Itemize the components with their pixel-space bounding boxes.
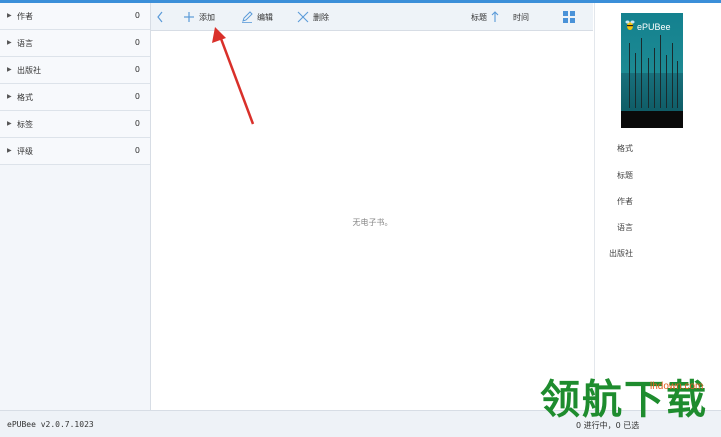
sidebar-item-label: 格式 [17,93,33,102]
sidebar-item-count: 0 [134,146,140,155]
cover-brand-text: ePUBee [637,22,671,32]
toolbar: 添加 编辑 删除 标题 时间 [151,3,593,31]
sort-by-time-button[interactable]: 时间 [513,3,529,31]
sidebar-item-author[interactable]: ▶ 作者 0 [0,3,150,30]
edit-button-label: 编辑 [257,12,273,22]
expand-triangle-icon[interactable]: ▶ [7,147,12,154]
book-cover-image: ePUBee [621,13,683,128]
chevron-left-icon [157,11,163,23]
sort-title-label: 标题 [471,12,487,22]
sidebar-item-count: 0 [134,38,140,47]
sidebar-item-rating[interactable]: ▶ 评级 0 [0,138,150,165]
delete-button[interactable]: 删除 [297,3,329,31]
detail-field-language: 语言 [617,223,633,232]
expand-triangle-icon[interactable]: ▶ [7,66,12,73]
bee-logo-icon [625,20,635,30]
pencil-icon [242,11,253,23]
back-button[interactable] [156,3,164,31]
sidebar-item-label: 标签 [17,120,33,129]
sidebar-item-format[interactable]: ▶ 格式 0 [0,84,150,111]
detail-field-publisher: 出版社 [609,249,633,258]
watermark-logo: 领航下载 lhdown.com [540,378,720,436]
add-button[interactable]: 添加 [183,3,215,31]
sidebar-item-publisher[interactable]: ▶ 出版社 0 [0,57,150,84]
grid-view-icon [563,11,575,23]
sidebar-item-count: 0 [134,11,140,20]
sidebar-item-count: 0 [134,65,140,74]
add-button-label: 添加 [199,12,215,22]
sidebar-item-label: 作者 [17,12,33,21]
book-list-area[interactable]: 无电子书。 [152,31,593,410]
detail-field-format: 格式 [617,144,633,153]
detail-field-title: 标题 [617,171,633,180]
arrow-up-icon [491,11,499,22]
detail-field-author: 作者 [617,197,633,206]
sidebar-item-tags[interactable]: ▶ 标签 0 [0,111,150,138]
edit-button[interactable]: 编辑 [241,3,273,31]
watermark-url: lhdown.com [650,381,704,392]
plus-icon [184,12,194,22]
expand-triangle-icon[interactable]: ▶ [7,12,12,19]
sidebar-item-label: 评级 [17,147,33,156]
sidebar-item-label: 语言 [17,39,33,48]
book-detail-panel: ePUBee 格式 标题 作者 语言 出版社 [594,3,721,410]
expand-triangle-icon[interactable]: ▶ [7,93,12,100]
sidebar-item-label: 出版社 [17,66,41,75]
sidebar-item-language[interactable]: ▶ 语言 0 [0,30,150,57]
empty-library-message: 无电子书。 [352,218,393,227]
delete-button-label: 删除 [313,12,329,22]
sidebar-item-count: 0 [134,119,140,128]
close-icon [297,11,309,23]
sidebar-item-count: 0 [134,92,140,101]
expand-triangle-icon[interactable]: ▶ [7,120,12,127]
sidebar: ▶ 作者 0 ▶ 语言 0 ▶ 出版社 0 ▶ 格式 0 ▶ 标签 0 ▶ 评级… [0,3,151,410]
sort-time-label: 时间 [513,12,529,22]
expand-triangle-icon[interactable]: ▶ [7,39,12,46]
grid-view-button[interactable] [563,3,575,31]
sort-by-title-button[interactable]: 标题 [471,3,499,31]
version-text: ePUBee v2.0.7.1023 [7,420,94,429]
